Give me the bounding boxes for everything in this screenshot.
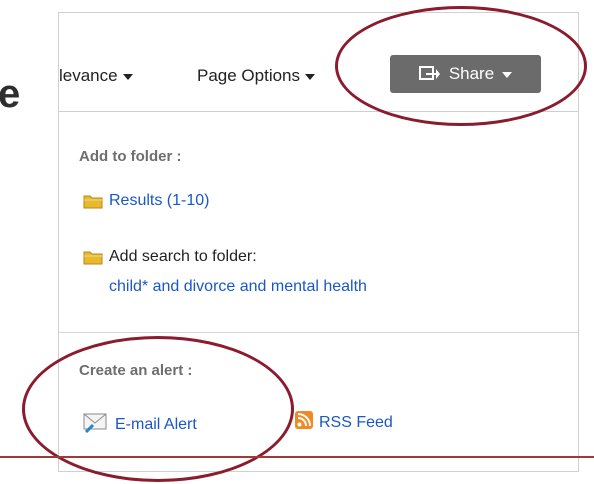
results-folder-item[interactable]: Results (1-10)	[83, 192, 209, 210]
search-query-link[interactable]: child* and divorce and mental health	[109, 278, 367, 296]
clipped-heading-letter: e	[0, 72, 21, 116]
sort-relevance-dropdown[interactable]: levance	[59, 66, 133, 86]
results-options-panel: levance Page Options Share Add to folder…	[58, 12, 579, 472]
rss-feed-link[interactable]: RSS Feed	[319, 414, 393, 432]
section-divider	[59, 332, 578, 333]
caret-down-icon	[502, 72, 513, 78]
add-search-label: Add search to folder:	[109, 248, 257, 265]
add-search-folder-item[interactable]: Add search to folder:	[83, 248, 257, 266]
sort-label: levance	[59, 66, 118, 85]
results-link[interactable]: Results (1-10)	[109, 192, 209, 210]
share-icon	[418, 63, 441, 86]
rss-feed-item[interactable]: RSS Feed	[295, 411, 393, 434]
share-button[interactable]: Share	[390, 55, 541, 93]
caret-down-icon	[305, 74, 316, 80]
results-toolbar: levance Page Options Share	[59, 13, 578, 111]
page-options-label: Page Options	[197, 66, 301, 85]
folder-icon	[83, 249, 103, 265]
email-icon	[83, 411, 109, 438]
create-alert-heading: Create an alert :	[79, 362, 193, 379]
email-alert-item[interactable]: E-mail Alert	[83, 411, 197, 438]
add-to-folder-heading: Add to folder :	[79, 148, 182, 165]
folder-icon	[83, 193, 103, 209]
caret-down-icon	[122, 74, 133, 80]
share-label: Share	[448, 64, 495, 83]
share-dropdown-menu: Add to folder : Results (1-10) Add searc…	[59, 111, 578, 474]
email-alert-link[interactable]: E-mail Alert	[115, 416, 197, 434]
page-options-dropdown[interactable]: Page Options	[197, 66, 316, 86]
rss-icon	[295, 411, 313, 434]
bottom-rule	[0, 456, 594, 458]
